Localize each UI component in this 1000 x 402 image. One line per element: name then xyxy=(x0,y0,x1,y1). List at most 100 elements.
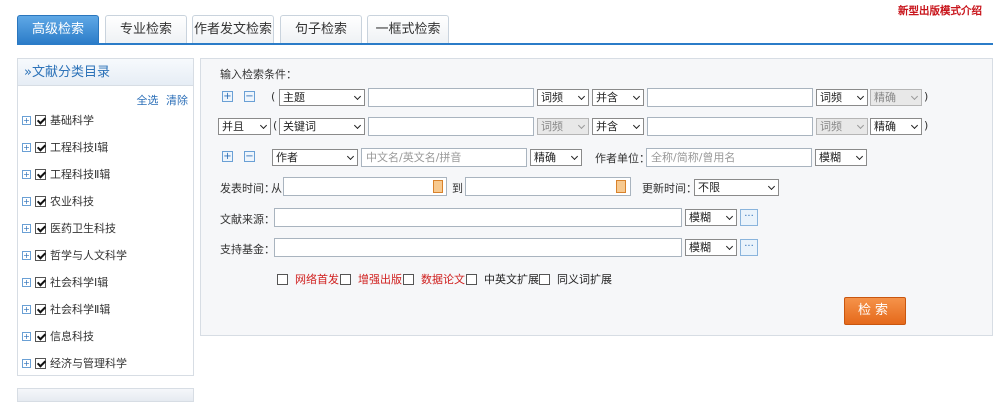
category-label: 工程科技Ⅰ辑 xyxy=(50,141,109,154)
category-checkbox[interactable] xyxy=(35,303,46,315)
keyword-input-2[interactable] xyxy=(647,88,813,107)
category-item[interactable]: + 工程科技Ⅰ辑 xyxy=(22,139,108,155)
from-label: 从 xyxy=(271,182,282,195)
search-button[interactable]: 检索 xyxy=(844,297,906,325)
remove-row-button[interactable]: − xyxy=(244,91,255,102)
sidebar-title: »文献分类目录 xyxy=(18,59,193,86)
category-label: 农业科技 xyxy=(50,195,94,208)
update-time-select[interactable]: 不限 xyxy=(694,179,779,196)
form-heading: 输入检索条件： xyxy=(220,68,297,81)
match-select-2[interactable]: 精确 xyxy=(870,118,922,135)
category-checkbox[interactable] xyxy=(35,330,46,342)
category-checkbox[interactable] xyxy=(35,114,46,126)
category-checkbox[interactable] xyxy=(35,276,46,288)
source-picker-button[interactable]: ··· xyxy=(740,209,758,226)
category-checkbox[interactable] xyxy=(35,222,46,234)
author-field-select[interactable]: 作者 xyxy=(272,149,358,166)
category-item[interactable]: + 信息科技 xyxy=(22,328,94,344)
expand-icon[interactable]: + xyxy=(22,358,31,368)
category-label: 社会科学Ⅱ辑 xyxy=(50,303,111,316)
category-label: 基础科学 xyxy=(50,114,94,127)
category-checkbox[interactable] xyxy=(35,357,46,369)
expand-icon[interactable]: + xyxy=(22,304,31,314)
keyword-input-3[interactable] xyxy=(368,117,534,136)
option-checkbox[interactable] xyxy=(277,273,288,285)
keyword-input-1[interactable] xyxy=(368,88,534,107)
tab-underline xyxy=(17,43,993,45)
option-checkbox[interactable] xyxy=(403,273,414,285)
fund-match-select[interactable]: 模糊 xyxy=(685,239,737,256)
expand-icon[interactable]: + xyxy=(22,250,31,260)
category-item[interactable]: + 医药卫生科技 xyxy=(22,220,116,236)
select-all-link[interactable]: 全选 xyxy=(137,94,159,107)
category-item[interactable]: + 基础科学 xyxy=(22,112,94,128)
fund-input[interactable] xyxy=(274,238,682,257)
option-enhanced-publishing[interactable]: 增强出版 xyxy=(340,271,402,287)
option-label: 数据论文 xyxy=(421,273,465,286)
tab-sentence-search[interactable]: 句子检索 xyxy=(280,15,362,44)
category-item[interactable]: + 农业科技 xyxy=(22,193,94,209)
tab-advanced-search[interactable]: 高级检索 xyxy=(17,15,99,44)
add-row-button[interactable]: + xyxy=(222,91,233,102)
author-name-input[interactable]: 中文名/英文名/拼音 xyxy=(361,148,527,167)
option-label: 中英文扩展 xyxy=(484,273,539,286)
author-unit-input[interactable]: 全称/简称/曾用名 xyxy=(646,148,812,167)
fund-picker-button[interactable]: ··· xyxy=(740,239,758,256)
option-online-first[interactable]: 网络首发 xyxy=(277,271,339,287)
frequency-select-3[interactable]: 词频 xyxy=(537,118,589,135)
update-time-label: 更新时间： xyxy=(642,182,697,195)
category-checkbox[interactable] xyxy=(35,168,46,180)
match-select-1[interactable]: 精确 xyxy=(870,89,922,106)
category-item[interactable]: + 哲学与人文科学 xyxy=(22,247,127,263)
option-checkbox[interactable] xyxy=(539,273,550,285)
tab-single-box-search[interactable]: 一框式检索 xyxy=(367,15,449,44)
expand-icon[interactable]: + xyxy=(22,277,31,287)
option-label: 增强出版 xyxy=(358,273,402,286)
expand-icon[interactable]: + xyxy=(22,169,31,179)
option-data-papers[interactable]: 数据论文 xyxy=(403,271,465,287)
source-match-select[interactable]: 模糊 xyxy=(685,209,737,226)
sidebar-actions: 全选 清除 xyxy=(133,92,189,108)
option-cn-en-expand[interactable]: 中英文扩展 xyxy=(466,271,539,287)
calendar-icon[interactable] xyxy=(433,180,443,193)
author-match-select[interactable]: 精确 xyxy=(530,149,582,166)
category-item[interactable]: + 社会科学Ⅰ辑 xyxy=(22,274,108,290)
clear-link[interactable]: 清除 xyxy=(166,94,188,107)
frequency-select-2[interactable]: 词频 xyxy=(816,89,868,106)
option-synonym-expand[interactable]: 同义词扩展 xyxy=(539,271,612,287)
frequency-select-1[interactable]: 词频 xyxy=(537,89,589,106)
expand-icon[interactable]: + xyxy=(22,196,31,206)
expand-icon[interactable]: + xyxy=(22,142,31,152)
logic-select[interactable]: 并且 xyxy=(218,118,271,135)
field-select-2[interactable]: 关键词 xyxy=(279,118,365,135)
category-label: 医药卫生科技 xyxy=(50,222,116,235)
category-label: 社会科学Ⅰ辑 xyxy=(50,276,109,289)
option-checkbox[interactable] xyxy=(340,273,351,285)
category-checkbox[interactable] xyxy=(35,195,46,207)
author-unit-match-select[interactable]: 模糊 xyxy=(815,149,867,166)
combine-select-1[interactable]: 并含 xyxy=(592,89,644,106)
add-author-button[interactable]: + xyxy=(222,151,233,162)
category-checkbox[interactable] xyxy=(35,249,46,261)
source-input[interactable] xyxy=(274,208,682,227)
start-date-input[interactable] xyxy=(283,177,447,196)
keyword-input-4[interactable] xyxy=(647,117,813,136)
category-item[interactable]: + 经济与管理科学 xyxy=(22,355,127,371)
category-item[interactable]: + 社会科学Ⅱ辑 xyxy=(22,301,110,317)
expand-icon[interactable]: + xyxy=(22,223,31,233)
expand-icon[interactable]: + xyxy=(22,115,31,125)
calendar-icon[interactable] xyxy=(616,180,626,193)
field-select-1[interactable]: 主题 xyxy=(279,89,365,106)
end-date-input[interactable] xyxy=(465,177,631,196)
tab-author-search[interactable]: 作者发文检索 xyxy=(192,15,274,44)
expand-icon[interactable]: + xyxy=(22,331,31,341)
new-publishing-mode-link[interactable]: 新型出版模式介绍 xyxy=(898,3,982,18)
category-checkbox[interactable] xyxy=(35,141,46,153)
category-item[interactable]: + 工程科技Ⅱ辑 xyxy=(22,166,110,182)
remove-author-button[interactable]: − xyxy=(244,151,255,162)
tab-professional-search[interactable]: 专业检索 xyxy=(105,15,187,44)
option-checkbox[interactable] xyxy=(466,273,477,285)
open-paren: ( xyxy=(271,90,276,103)
frequency-select-4[interactable]: 词频 xyxy=(816,118,868,135)
combine-select-2[interactable]: 并含 xyxy=(592,118,644,135)
